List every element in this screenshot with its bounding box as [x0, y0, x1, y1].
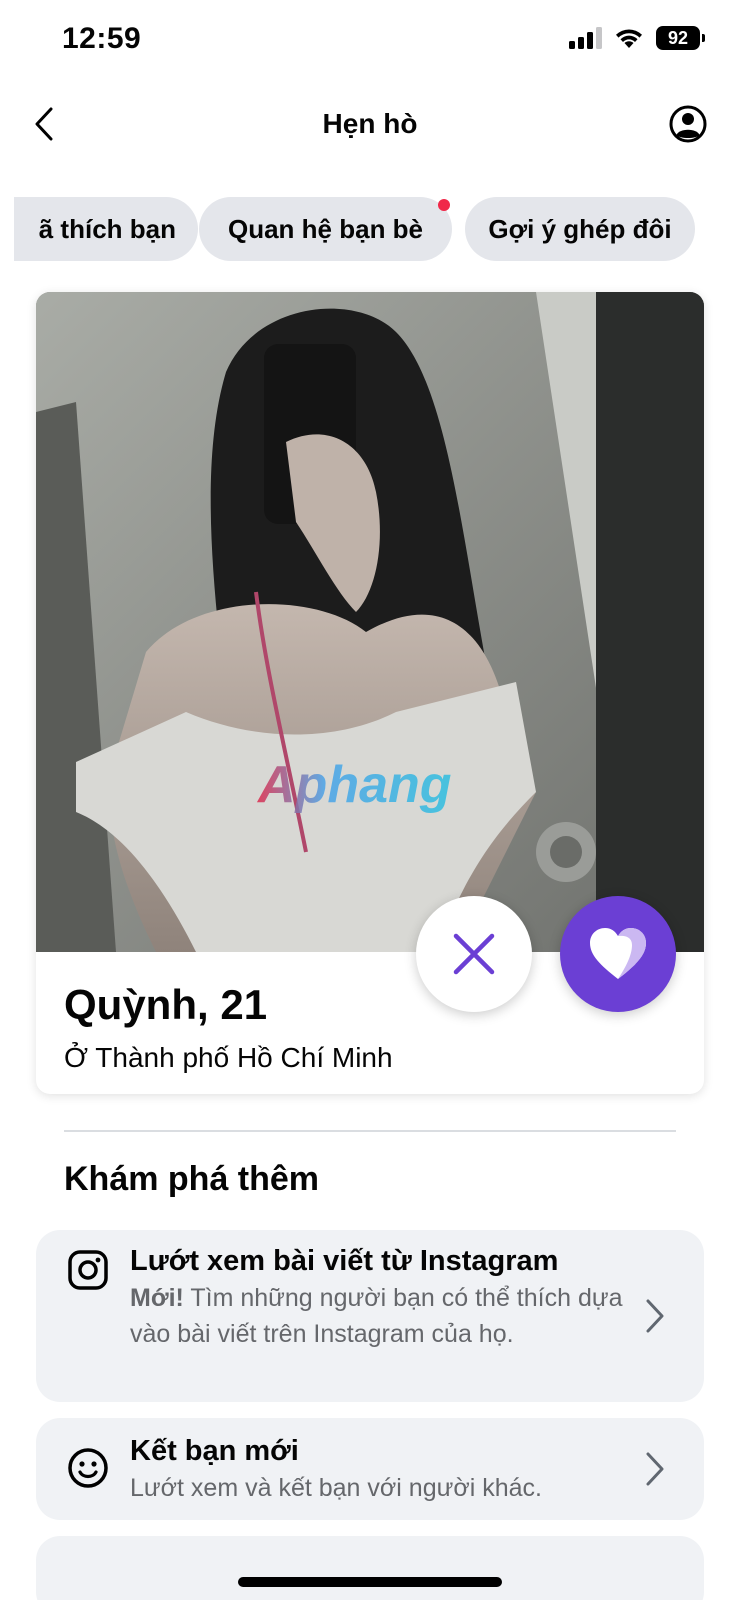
- close-icon: [453, 933, 495, 975]
- option-title: Lướt xem bài viết từ Instagram: [130, 1245, 559, 1277]
- chip-label: Quan hệ bạn bè: [227, 213, 424, 244]
- home-indicator: [238, 1577, 502, 1587]
- chip-label: Gợi ý ghép đôi: [488, 213, 672, 244]
- status-bar: 12:59 92: [0, 0, 740, 80]
- heart-icon: [590, 928, 646, 979]
- instagram-icon: [64, 1246, 112, 1294]
- chip-friendship[interactable]: Quan hệ bạn bè: [199, 197, 452, 261]
- like-button[interactable]: [560, 896, 676, 1012]
- notification-dot: [438, 199, 450, 211]
- wifi-icon: [616, 29, 642, 48]
- smiley-icon: [64, 1444, 112, 1492]
- chevron-right-icon: [640, 1449, 670, 1489]
- chip-liked-you[interactable]: ã thích bạn: [14, 197, 198, 261]
- option-description: Lướt xem và kết bạn với người khác.: [130, 1474, 542, 1502]
- battery-level: 92: [667, 27, 689, 48]
- profile-info: Quỳnh, 21 Ở Thành phố Hồ Chí Minh: [64, 981, 393, 1074]
- divider: [64, 1130, 676, 1132]
- chip-label: ã thích bạn: [38, 213, 176, 244]
- page-title: Hẹn hò: [322, 108, 418, 139]
- option-more[interactable]: [36, 1536, 704, 1600]
- option-description: Mới! Tìm những người bạn có thể thích dự…: [130, 1280, 624, 1352]
- option-make-friends[interactable]: Kết bạn mới Lướt xem và kết bạn với ngườ…: [36, 1418, 704, 1520]
- pass-button[interactable]: [416, 896, 532, 1012]
- watermark-logo: Aphang: [256, 756, 452, 814]
- profile-name-age: Quỳnh, 21: [64, 981, 268, 1028]
- new-badge: Mới!: [130, 1284, 184, 1312]
- option-instagram-posts[interactable]: Lướt xem bài viết từ Instagram Mới! Tìm …: [36, 1230, 704, 1402]
- filter-chips: ã thích bạn Quan hệ bạn bè Gợi ý ghép đô…: [14, 197, 740, 263]
- option-description-text: Tìm những người bạn có thể thích dựa vào…: [130, 1284, 623, 1348]
- status-icons: 92: [569, 26, 705, 50]
- profile-button[interactable]: [666, 102, 710, 146]
- option-title: Kết bạn mới: [130, 1435, 299, 1467]
- cellular-signal-icon: [569, 27, 602, 49]
- profile-photo[interactable]: Aphang: [36, 292, 704, 952]
- chip-match-suggestions[interactable]: Gợi ý ghép đôi: [465, 197, 695, 261]
- profile-location: Ở Thành phố Hồ Chí Minh: [64, 1042, 393, 1074]
- option-text: Lướt xem bài viết từ Instagram Mới! Tìm …: [130, 1242, 624, 1352]
- chevron-right-icon: [640, 1296, 670, 1336]
- header: Hẹn hò: [0, 90, 740, 160]
- status-time: 12:59: [62, 22, 142, 55]
- user-circle-icon: [669, 105, 707, 143]
- option-text: Kết bạn mới Lướt xem và kết bạn với ngườ…: [130, 1432, 624, 1506]
- battery-icon: 92: [656, 26, 705, 50]
- section-title: Khám phá thêm: [64, 1160, 320, 1198]
